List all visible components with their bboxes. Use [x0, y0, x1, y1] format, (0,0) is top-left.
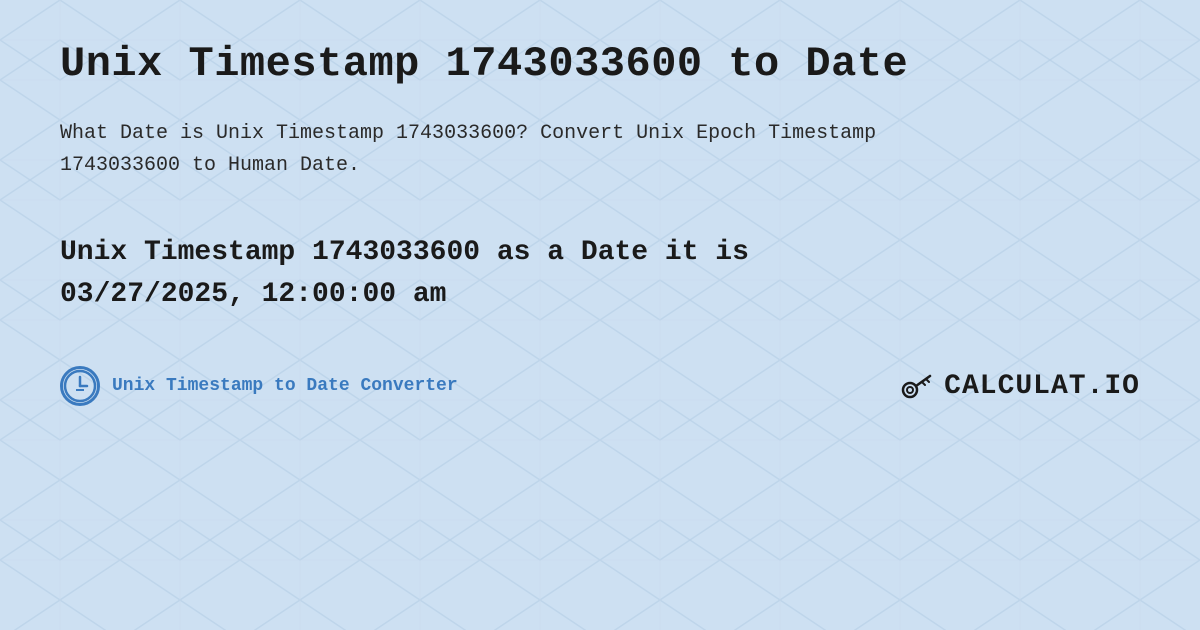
result-block: Unix Timestamp 1743033600 as a Date it i… [60, 232, 1140, 316]
footer-left: Unix Timestamp to Date Converter [60, 366, 458, 406]
footer-label: Unix Timestamp to Date Converter [112, 376, 458, 396]
logo-text: CALCULAT.IO [944, 371, 1140, 402]
footer: Unix Timestamp to Date Converter CALCULA… [60, 366, 1140, 406]
page-title: Unix Timestamp 1743033600 to Date [60, 40, 1140, 88]
logo-icon [900, 368, 936, 404]
result-line1: Unix Timestamp 1743033600 as a Date it i… [60, 237, 749, 268]
result-line2: 03/27/2025, 12:00:00 am [60, 279, 446, 310]
clock-icon [60, 366, 100, 406]
logo: CALCULAT.IO [900, 368, 1140, 404]
page-description: What Date is Unix Timestamp 1743033600? … [60, 118, 960, 182]
